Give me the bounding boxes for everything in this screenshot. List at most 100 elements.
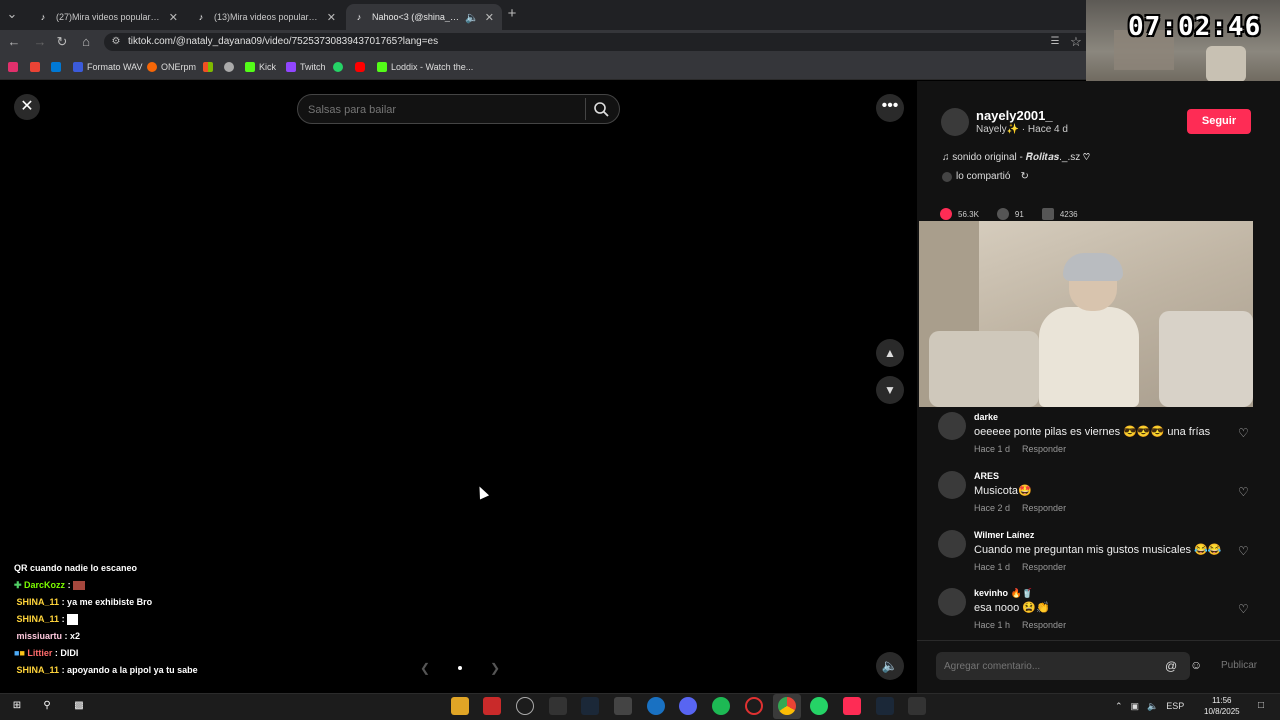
reply-button[interactable]: Responder bbox=[1022, 620, 1066, 630]
steam-icon[interactable] bbox=[581, 697, 599, 715]
bookmark-formato-wav[interactable]: Formato WAV bbox=[73, 60, 143, 74]
volume-icon[interactable]: 🔈 bbox=[1147, 701, 1158, 712]
steam-icon[interactable] bbox=[876, 697, 894, 715]
comment-user[interactable]: darke bbox=[974, 412, 998, 422]
search-box[interactable] bbox=[297, 94, 620, 124]
emoji-icon[interactable]: ☺ bbox=[1190, 658, 1202, 672]
pager-prev-icon[interactable]: ❮ bbox=[420, 661, 430, 675]
network-icon[interactable]: ▣ bbox=[1131, 701, 1140, 712]
publish-button[interactable]: Publicar bbox=[1221, 660, 1257, 671]
bookmark-twitch[interactable]: Twitch bbox=[286, 60, 326, 74]
home-icon[interactable]: ⌂ bbox=[78, 34, 94, 50]
discord-icon[interactable] bbox=[679, 697, 697, 715]
speaker-icon[interactable]: 🔈 bbox=[465, 11, 479, 24]
close-tab-icon[interactable]: ✕ bbox=[327, 11, 336, 24]
clock-app-icon[interactable] bbox=[516, 697, 534, 715]
gmail-icon[interactable] bbox=[30, 60, 40, 74]
avatar[interactable] bbox=[938, 471, 966, 499]
mention-icon[interactable]: @ bbox=[1165, 659, 1177, 673]
heart-icon[interactable]: ♡ bbox=[1238, 602, 1249, 616]
epic-games-icon[interactable] bbox=[549, 697, 567, 715]
avatar[interactable] bbox=[938, 588, 966, 616]
close-icon[interactable]: ✕ bbox=[14, 94, 40, 120]
forward-icon[interactable]: → bbox=[32, 34, 48, 50]
whatsapp-icon[interactable] bbox=[810, 697, 828, 715]
webcam-overlay-streamer bbox=[919, 221, 1253, 407]
repost-icon[interactable]: ↻ bbox=[1020, 171, 1028, 182]
chevron-up-icon[interactable]: ⌃ bbox=[1115, 701, 1123, 712]
microsoft-icon[interactable] bbox=[203, 60, 213, 74]
task-view-icon[interactable]: ▩ bbox=[70, 697, 88, 715]
reply-button[interactable]: Responder bbox=[1022, 444, 1066, 454]
comment-user[interactable]: kevinho 🔥🥤 bbox=[974, 588, 1033, 599]
heart-icon[interactable]: ♡ bbox=[1238, 485, 1249, 499]
follow-button[interactable]: Seguir bbox=[1187, 109, 1251, 134]
search-icon[interactable] bbox=[593, 101, 609, 117]
spotify-icon[interactable] bbox=[712, 697, 730, 715]
translate-icon[interactable]: ☰ bbox=[1047, 34, 1063, 50]
avatar[interactable] bbox=[938, 412, 966, 440]
epic-games-icon[interactable] bbox=[908, 697, 926, 715]
bookmark-star-icon[interactable]: ☆ bbox=[1068, 34, 1084, 50]
reload-icon[interactable]: ↻ bbox=[54, 34, 70, 50]
author-subline: Nayely✨ · Hace 4 d bbox=[976, 124, 1068, 135]
tab-title: Nahoo<3 (@shina_x_me) | bbox=[372, 12, 463, 22]
notification-icon[interactable]: □ bbox=[1252, 697, 1270, 715]
browser-tab-2[interactable]: ♪ (13)Mira videos populares sele ✕ bbox=[188, 4, 344, 30]
comment-meta: Hace 1 d Responder bbox=[974, 562, 1067, 572]
comment-item: Wilmer Laínez Cuando me preguntan mis gu… bbox=[938, 530, 1258, 576]
windows-start-icon[interactable]: ⊞ bbox=[8, 697, 26, 715]
youtube-icon[interactable] bbox=[355, 60, 365, 74]
url-bar[interactable]: tiktok.com/@nataly_dayana09/video/752537… bbox=[104, 33, 1094, 51]
taskbar-clock[interactable]: 11:56 10/8/2025 bbox=[1204, 695, 1240, 717]
reply-button[interactable]: Responder bbox=[1022, 562, 1066, 572]
bookmark-icon[interactable] bbox=[1041, 208, 1054, 220]
more-icon[interactable]: ••• bbox=[876, 94, 904, 122]
tab-title: (27)Mira videos populares sele bbox=[56, 12, 163, 22]
chat-line: SHINA_11 : apoyando a la pipol ya tu sab… bbox=[16, 665, 198, 675]
avatar[interactable] bbox=[938, 530, 966, 558]
search-input[interactable] bbox=[308, 101, 578, 119]
tiktok-icon[interactable] bbox=[843, 697, 861, 715]
shared-row: lo compartió ↻ bbox=[942, 171, 1029, 182]
comment-input[interactable] bbox=[938, 653, 1188, 679]
file-explorer-icon[interactable] bbox=[451, 697, 469, 715]
like-icon[interactable] bbox=[940, 208, 952, 220]
instagram-icon[interactable] bbox=[8, 60, 18, 74]
browser-tab-3-active[interactable]: ♪ Nahoo<3 (@shina_x_me) | 🔈 ✕ bbox=[346, 4, 502, 30]
opera-icon[interactable] bbox=[745, 697, 763, 715]
comment-icon[interactable] bbox=[996, 208, 1009, 220]
bookmark-onerpm[interactable]: ONErpm bbox=[147, 60, 196, 74]
comment-user[interactable]: ARES bbox=[974, 471, 999, 481]
close-tab-icon[interactable]: ✕ bbox=[485, 11, 494, 24]
volume-icon[interactable]: 🔈 bbox=[876, 652, 904, 680]
sound-link[interactable]: ♫ sonido original - 𝑹𝒐𝒍𝒊𝒕𝒂𝒔._.sz ♡ bbox=[942, 152, 1090, 163]
previous-video-icon[interactable]: ▲ bbox=[876, 339, 904, 367]
search-icon[interactable]: ⚲ bbox=[38, 697, 56, 715]
whatsapp-icon[interactable] bbox=[333, 60, 343, 74]
outlook-icon[interactable] bbox=[51, 60, 61, 74]
close-tab-icon[interactable]: ✕ bbox=[169, 11, 178, 24]
language-indicator[interactable]: ESP bbox=[1166, 701, 1184, 711]
chat-line: ✚ DarcKozz : bbox=[14, 577, 274, 594]
back-icon[interactable]: ← bbox=[6, 34, 22, 50]
new-tab-icon[interactable]: + bbox=[504, 6, 520, 22]
author-username[interactable]: nayely2001_ bbox=[976, 108, 1053, 123]
heart-icon[interactable]: ♡ bbox=[1238, 426, 1249, 440]
pager-next-icon[interactable]: ❯ bbox=[490, 661, 500, 675]
capcut-icon[interactable] bbox=[614, 697, 632, 715]
reply-button[interactable]: Responder bbox=[1022, 503, 1066, 513]
tab-search-icon[interactable]: ⌄ bbox=[4, 6, 20, 22]
bookmark-kick[interactable]: Kick bbox=[245, 60, 276, 74]
openai-icon[interactable] bbox=[224, 60, 234, 74]
voicemeeter-icon[interactable] bbox=[483, 697, 501, 715]
avatar[interactable] bbox=[941, 108, 969, 136]
browser-tab-1[interactable]: ♪ (27)Mira videos populares sele ✕ bbox=[30, 4, 186, 30]
site-info-icon[interactable]: ⚙ bbox=[108, 34, 124, 50]
app-icon[interactable] bbox=[647, 697, 665, 715]
chrome-icon[interactable] bbox=[778, 697, 796, 715]
heart-icon[interactable]: ♡ bbox=[1238, 544, 1249, 558]
next-video-icon[interactable]: ▼ bbox=[876, 376, 904, 404]
comment-user[interactable]: Wilmer Laínez bbox=[974, 530, 1034, 540]
bookmark-loddix[interactable]: Loddix - Watch the... bbox=[377, 60, 473, 74]
